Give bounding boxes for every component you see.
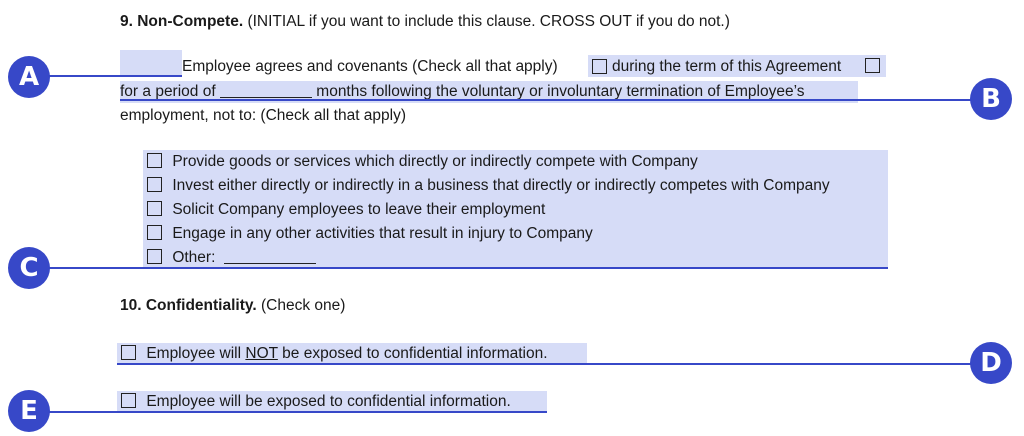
marker-a: A bbox=[8, 56, 50, 98]
section-10-heading: 10. Confidentiality. bbox=[120, 297, 257, 314]
period-suffix: months following the voluntary or involu… bbox=[316, 83, 805, 100]
during-term-label: during the term of this Agreement bbox=[612, 58, 842, 75]
confidential-yes-checkbox[interactable] bbox=[121, 393, 136, 408]
marker-c: C bbox=[8, 247, 50, 289]
restriction-label: Invest either directly or indirectly in … bbox=[172, 177, 830, 194]
confidential-yes-option: Employee will be exposed to confidential… bbox=[121, 392, 511, 412]
restriction-item: Provide goods or services which directly… bbox=[147, 152, 698, 172]
confidential-not-suffix: be exposed to confidential information. bbox=[282, 345, 548, 362]
section-9-heading-line: 9. Non-Compete. (INITIAL if you want to … bbox=[120, 12, 730, 32]
restriction-label: Solicit Company employees to leave their… bbox=[172, 201, 546, 218]
during-term-checkbox[interactable] bbox=[592, 59, 607, 74]
period-prefix: for a period of bbox=[120, 83, 216, 100]
restriction-label: Engage in any other activities that resu… bbox=[172, 225, 593, 242]
marker-e-leader bbox=[36, 411, 547, 413]
restriction-checkbox[interactable] bbox=[147, 177, 162, 192]
section-9-instruction: (INITIAL if you want to include this cla… bbox=[247, 13, 730, 30]
marker-e: E bbox=[8, 390, 50, 432]
confidential-not-checkbox[interactable] bbox=[121, 345, 136, 360]
confidential-yes-label: Employee will be exposed to confidential… bbox=[146, 393, 511, 410]
covenant-line: Employee agrees and covenants (Check all… bbox=[182, 57, 558, 77]
other-checkbox[interactable] bbox=[147, 249, 162, 264]
marker-d-leader bbox=[117, 363, 990, 365]
restriction-item-other: Other: bbox=[147, 248, 316, 268]
section-10-heading-line: 10. Confidentiality. (Check one) bbox=[120, 296, 345, 316]
restriction-checkbox[interactable] bbox=[147, 225, 162, 240]
marker-a-leader bbox=[36, 75, 182, 77]
post-term-checkbox[interactable] bbox=[865, 58, 880, 73]
other-input[interactable] bbox=[223, 249, 316, 264]
other-label: Other: bbox=[172, 249, 216, 266]
marker-c-leader bbox=[36, 267, 888, 269]
marker-b-leader bbox=[120, 99, 990, 101]
initial-field-highlight bbox=[120, 50, 182, 76]
restriction-item: Engage in any other activities that resu… bbox=[147, 224, 593, 244]
section-10-instruction: (Check one) bbox=[260, 297, 346, 314]
confidential-not-emphasis: NOT bbox=[245, 345, 278, 362]
restriction-item: Solicit Company employees to leave their… bbox=[147, 200, 545, 220]
during-term-label-wrap: during the term of this Agreement bbox=[612, 57, 841, 77]
restriction-checkbox[interactable] bbox=[147, 153, 162, 168]
employment-line: employment, not to: (Check all that appl… bbox=[120, 106, 406, 126]
marker-b: B bbox=[970, 78, 1012, 120]
confidential-not-option: Employee will NOT be exposed to confiden… bbox=[121, 344, 548, 364]
marker-d: D bbox=[970, 342, 1012, 384]
restriction-checkbox[interactable] bbox=[147, 201, 162, 216]
section-9-heading: 9. Non-Compete. bbox=[120, 13, 244, 30]
restriction-label: Provide goods or services which directly… bbox=[172, 153, 698, 170]
restriction-item: Invest either directly or indirectly in … bbox=[147, 176, 830, 196]
months-input[interactable] bbox=[219, 83, 312, 98]
employment-text: employment, not to: (Check all that appl… bbox=[120, 107, 407, 124]
confidential-not-prefix: Employee will bbox=[146, 345, 242, 362]
covenant-text: Employee agrees and covenants (Check all… bbox=[182, 58, 558, 75]
